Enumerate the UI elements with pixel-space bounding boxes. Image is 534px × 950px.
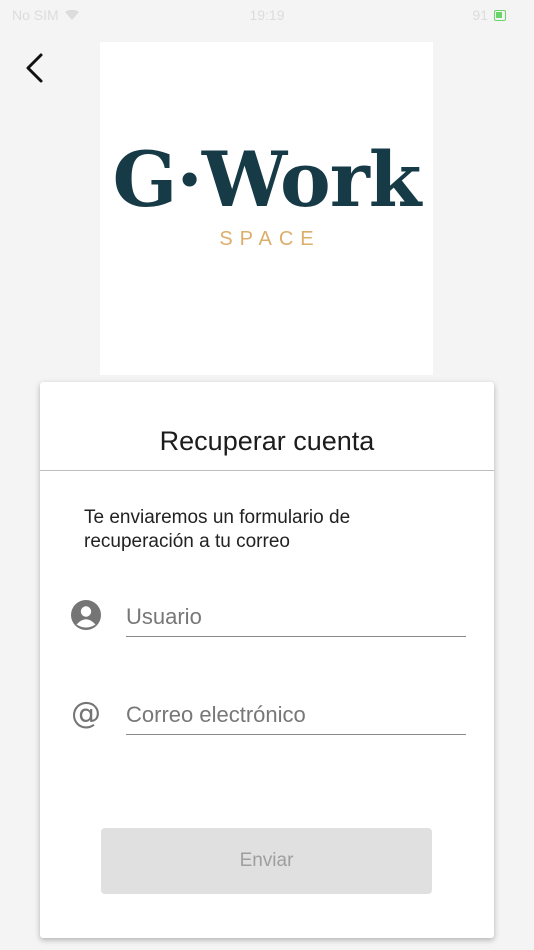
card-description: Te enviaremos un formulario de recuperac… <box>84 507 351 552</box>
svg-text:@: @ <box>71 698 101 730</box>
battery-icon <box>494 9 506 21</box>
email-input[interactable] <box>126 695 466 734</box>
battery-level: 91 <box>472 7 488 23</box>
logo-sub-text: SPACE <box>219 228 321 250</box>
recovery-card: Recuperar cuenta Te enviaremos un formul… <box>40 382 494 938</box>
chevron-left-icon <box>26 53 43 83</box>
username-field[interactable] <box>126 597 466 637</box>
back-button[interactable] <box>16 50 52 86</box>
status-bar: No SIM 19:19 91 <box>0 0 534 30</box>
card-title: Recuperar cuenta <box>159 426 375 456</box>
logo-main-text: G·Work <box>112 135 422 224</box>
logo: G·Work SPACE <box>100 42 433 375</box>
email-field[interactable] <box>126 695 466 735</box>
send-button[interactable]: Enviar <box>101 828 432 894</box>
at-icon: @ <box>71 698 101 730</box>
username-input[interactable] <box>126 597 466 636</box>
title-divider <box>40 470 494 471</box>
status-time: 19:19 <box>249 7 285 23</box>
status-right: 91 <box>472 7 506 23</box>
user-icon <box>71 600 101 630</box>
